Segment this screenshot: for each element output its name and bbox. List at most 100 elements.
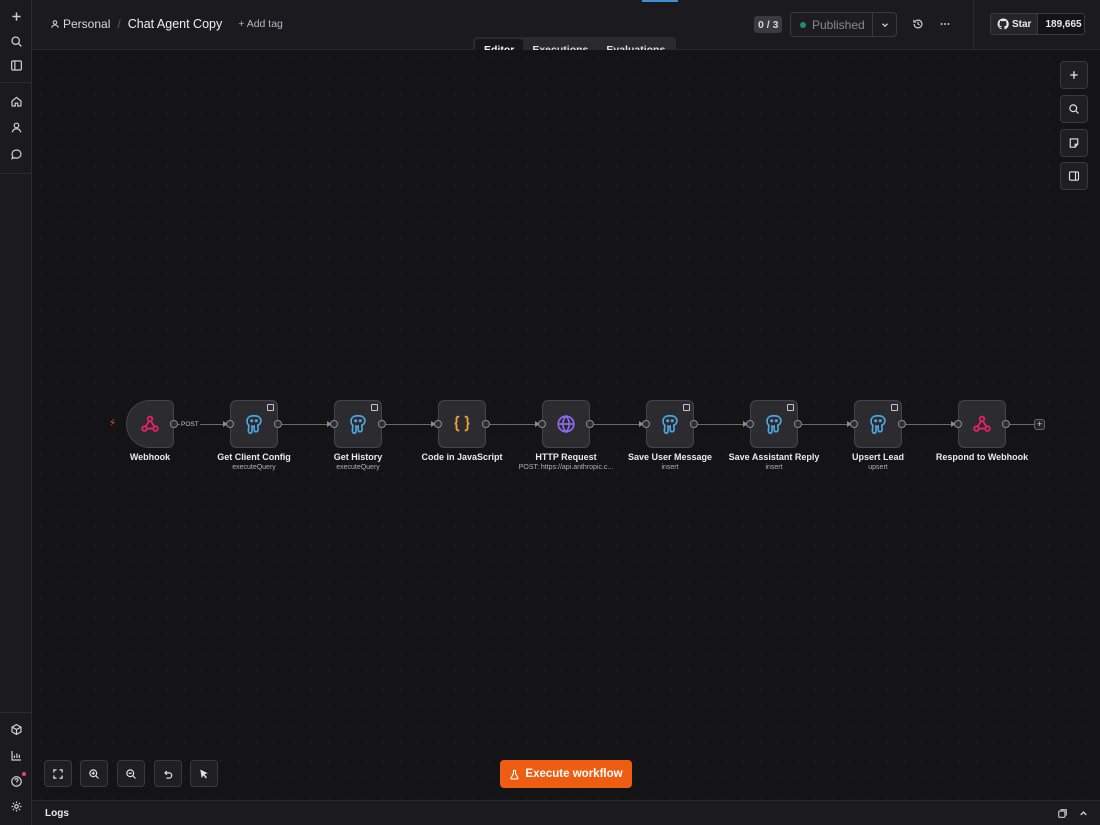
- add-tag-button[interactable]: + Add tag: [238, 18, 283, 30]
- github-star-count: 189,665: [1038, 14, 1084, 34]
- node-label: Respond to Webhook: [935, 452, 1029, 462]
- node-save-assistant-reply[interactable]: [746, 400, 802, 448]
- webhook-icon: [141, 415, 159, 432]
- publish-dropdown: Published: [790, 12, 897, 37]
- output-port[interactable]: [170, 420, 178, 428]
- logs-title: Logs: [45, 808, 69, 819]
- input-port[interactable]: [642, 420, 650, 428]
- output-port[interactable]: [690, 420, 698, 428]
- node-subtitle: POST: https://api.anthropic.c...: [518, 464, 614, 471]
- postgres-icon: [870, 414, 886, 434]
- node-save-user-message[interactable]: [642, 400, 698, 448]
- trigger-bolt-icon: ⚡: [109, 418, 117, 429]
- output-port[interactable]: [378, 420, 386, 428]
- help-icon[interactable]: [5, 770, 27, 792]
- header-divider: [973, 0, 974, 50]
- add-icon[interactable]: [5, 5, 27, 27]
- search-nodes-button[interactable]: [1060, 95, 1088, 123]
- node-get-client-config[interactable]: [226, 400, 282, 448]
- input-port[interactable]: [330, 420, 338, 428]
- connection: [386, 424, 434, 425]
- zoom-in-button[interactable]: [80, 760, 108, 787]
- connection: [802, 424, 850, 425]
- zoom-in-icon: [89, 768, 99, 779]
- add-next-node-button[interactable]: +: [1034, 419, 1045, 430]
- node-status-icon: [891, 404, 898, 411]
- input-port[interactable]: [746, 420, 754, 428]
- project-link[interactable]: Personal: [50, 17, 110, 31]
- globe-icon: [557, 415, 575, 433]
- toggle-panel-button[interactable]: [1060, 162, 1088, 190]
- add-node-button[interactable]: [1060, 61, 1088, 89]
- node-label: Save Assistant Reply: [728, 452, 820, 462]
- templates-icon[interactable]: [5, 718, 27, 740]
- history-icon: [913, 19, 923, 29]
- chat-icon[interactable]: [5, 143, 27, 165]
- pop-out-logs-button[interactable]: [1056, 807, 1068, 819]
- github-star-widget[interactable]: Star 189,665: [990, 13, 1085, 35]
- project-name: Personal: [63, 17, 111, 31]
- node-code-in-javascript[interactable]: [434, 400, 490, 448]
- flask-icon: [510, 769, 519, 780]
- output-port[interactable]: [1002, 420, 1010, 428]
- connection: [490, 424, 538, 425]
- breadcrumb: Personal / Chat Agent Copy + Add tag: [50, 17, 283, 31]
- node-upsert-lead[interactable]: [850, 400, 906, 448]
- node-label: Save User Message: [627, 452, 713, 462]
- fit-view-button[interactable]: [44, 760, 72, 787]
- undo-button[interactable]: [154, 760, 182, 787]
- postgres-icon: [662, 414, 678, 434]
- node-label: Get Client Config: [217, 452, 291, 462]
- input-port[interactable]: [954, 420, 962, 428]
- connection: [1010, 424, 1034, 425]
- input-port[interactable]: [226, 420, 234, 428]
- input-port[interactable]: [850, 420, 858, 428]
- output-port[interactable]: [482, 420, 490, 428]
- user-icon[interactable]: [5, 116, 27, 138]
- node-get-history[interactable]: [330, 400, 386, 448]
- node-respond-to-webhook[interactable]: [954, 400, 1010, 448]
- github-star-button[interactable]: Star: [991, 14, 1039, 34]
- search-icon[interactable]: [5, 30, 27, 52]
- input-port[interactable]: [434, 420, 442, 428]
- postgres-icon: [766, 414, 782, 434]
- node-status-icon: [371, 404, 378, 411]
- logs-panel-bar[interactable]: Logs: [32, 800, 1100, 825]
- output-port[interactable]: [794, 420, 802, 428]
- node-status-icon: [683, 404, 690, 411]
- sticky-note-icon: [1069, 138, 1079, 148]
- workflow-name[interactable]: Chat Agent Copy: [128, 17, 223, 31]
- pointer-mode-button[interactable]: [190, 760, 218, 787]
- more-options-button[interactable]: [936, 15, 954, 33]
- pop-out-icon: [1057, 808, 1067, 818]
- notification-dot: [22, 772, 26, 776]
- cursor-icon: [200, 769, 208, 778]
- history-button[interactable]: [909, 15, 927, 33]
- postgres-icon: [246, 414, 262, 434]
- home-icon[interactable]: [5, 90, 27, 112]
- input-port[interactable]: [538, 420, 546, 428]
- publish-options-button[interactable]: [872, 13, 896, 36]
- connection-label: POST: [180, 421, 200, 428]
- zoom-out-button[interactable]: [117, 760, 145, 787]
- output-port[interactable]: [898, 420, 906, 428]
- active-counter-badge: 0 / 3: [754, 16, 783, 33]
- node-http-request[interactable]: [538, 400, 594, 448]
- panel-right-icon: [1068, 171, 1080, 181]
- execute-workflow-label: Execute workflow: [525, 768, 623, 780]
- published-status-dot: [800, 21, 806, 28]
- insights-icon[interactable]: [5, 744, 27, 766]
- execute-workflow-button[interactable]: Execute workflow: [500, 760, 632, 788]
- output-port[interactable]: [274, 420, 282, 428]
- output-port[interactable]: [586, 420, 594, 428]
- connection: [698, 424, 746, 425]
- node-webhook[interactable]: [126, 400, 178, 448]
- expand-logs-button[interactable]: [1077, 807, 1089, 819]
- settings-icon[interactable]: [5, 795, 27, 817]
- toggle-sidebar-icon[interactable]: [5, 54, 27, 76]
- node-label: Code in JavaScript: [421, 452, 503, 462]
- publish-button[interactable]: Published: [791, 13, 872, 36]
- chevron-up-icon: [1079, 810, 1087, 815]
- sticky-note-button[interactable]: [1060, 129, 1088, 157]
- undo-icon: [164, 770, 173, 779]
